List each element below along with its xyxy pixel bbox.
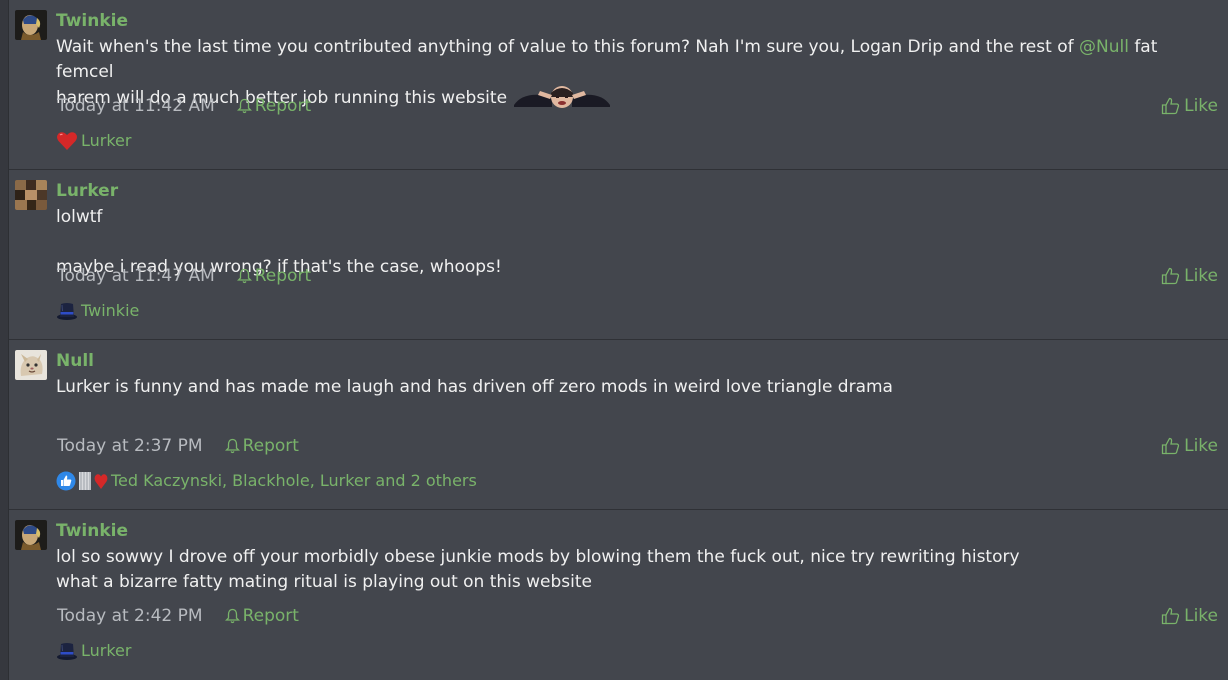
avatar[interactable] bbox=[15, 180, 47, 210]
portrait-avatar-icon bbox=[15, 10, 47, 40]
bell-icon bbox=[224, 438, 240, 454]
bell-icon bbox=[236, 268, 252, 284]
thumbs-up-reaction-icon bbox=[56, 471, 76, 491]
portrait-avatar-icon bbox=[15, 520, 47, 550]
top-hat-icon bbox=[57, 643, 77, 660]
post: Twinkie Wait when's the last time you co… bbox=[9, 0, 1228, 170]
stressed-face-smilie-icon bbox=[512, 85, 612, 109]
report-button[interactable]: Report bbox=[236, 265, 312, 287]
post: Null Lurker is funny and has made me lau… bbox=[9, 340, 1228, 510]
collage-avatar-icon bbox=[15, 180, 47, 210]
report-button[interactable]: Report bbox=[236, 95, 312, 117]
cartoon-avatar-icon bbox=[15, 350, 47, 380]
username[interactable]: Null bbox=[56, 350, 94, 372]
reaction-users[interactable]: Lurker bbox=[81, 641, 131, 661]
paper-icon bbox=[79, 472, 91, 490]
thumbs-up-icon bbox=[1161, 437, 1180, 455]
report-label: Report bbox=[254, 266, 312, 286]
top-hat-icon bbox=[57, 303, 77, 320]
post-meta: Today at 2:42 PM Report bbox=[57, 605, 299, 627]
reactions-bar[interactable]: Twinkie bbox=[56, 301, 139, 321]
post-text: Lurker is funny and has made me laugh an… bbox=[56, 377, 893, 397]
thumbs-up-icon bbox=[1161, 267, 1180, 285]
like-label: Like bbox=[1184, 96, 1218, 116]
timestamp[interactable]: Today at 11:42 AM bbox=[57, 95, 215, 117]
post-text: lolwtf bbox=[56, 207, 103, 227]
user-mention[interactable]: @Null bbox=[1079, 37, 1129, 57]
thumbs-up-icon bbox=[1161, 607, 1180, 625]
report-label: Report bbox=[254, 96, 312, 116]
post-meta: Today at 2:37 PM Report bbox=[57, 435, 299, 457]
heart-icon bbox=[57, 132, 77, 150]
heart-icon bbox=[94, 474, 108, 489]
username[interactable]: Twinkie bbox=[56, 10, 128, 32]
report-label: Report bbox=[242, 436, 299, 456]
bell-icon bbox=[236, 98, 252, 114]
report-button[interactable]: Report bbox=[224, 605, 299, 627]
timestamp[interactable]: Today at 2:37 PM bbox=[57, 435, 203, 457]
post-text: lol so sowwy I drove off your morbidly o… bbox=[56, 547, 1020, 567]
report-label: Report bbox=[242, 606, 299, 626]
post-list: Twinkie Wait when's the last time you co… bbox=[9, 0, 1228, 680]
like-label: Like bbox=[1184, 606, 1218, 626]
like-button[interactable]: Like bbox=[1161, 95, 1218, 117]
left-frame-edge bbox=[0, 0, 9, 680]
post-body: lol so sowwy I drove off your morbidly o… bbox=[56, 545, 1206, 595]
post-text: Wait when's the last time you contribute… bbox=[56, 37, 1079, 57]
post-body: Lurker is funny and has made me laugh an… bbox=[56, 375, 1206, 400]
reactions-bar[interactable]: Lurker bbox=[56, 131, 131, 151]
post: Lurker lolwtf maybe i read you wrong? if… bbox=[9, 170, 1228, 340]
bell-icon bbox=[224, 608, 240, 624]
thumbs-up-icon bbox=[1161, 97, 1180, 115]
avatar[interactable] bbox=[15, 350, 47, 380]
reactions-bar[interactable]: Ted Kaczynski, Blackhole, Lurker and 2 o… bbox=[56, 471, 477, 491]
reactions-bar[interactable]: Lurker bbox=[56, 641, 131, 661]
report-button[interactable]: Report bbox=[224, 435, 299, 457]
reaction-users[interactable]: Lurker bbox=[81, 131, 131, 151]
reaction-users[interactable]: Ted Kaczynski, Blackhole, Lurker and 2 o… bbox=[111, 471, 477, 491]
timestamp[interactable]: Today at 2:42 PM bbox=[57, 605, 203, 627]
username[interactable]: Twinkie bbox=[56, 520, 128, 542]
username[interactable]: Lurker bbox=[56, 180, 118, 202]
timestamp[interactable]: Today at 11:47 AM bbox=[57, 265, 215, 287]
avatar[interactable] bbox=[15, 520, 47, 550]
like-label: Like bbox=[1184, 266, 1218, 286]
post-meta: Today at 11:47 AM Report bbox=[57, 265, 311, 287]
like-label: Like bbox=[1184, 436, 1218, 456]
avatar[interactable] bbox=[15, 10, 47, 40]
post-text: what a bizarre fatty mating ritual is pl… bbox=[56, 572, 593, 592]
like-button[interactable]: Like bbox=[1161, 435, 1218, 457]
post: Twinkie lol so sowwy I drove off your mo… bbox=[9, 510, 1228, 680]
like-button[interactable]: Like bbox=[1161, 265, 1218, 287]
post-meta: Today at 11:42 AM Report bbox=[57, 95, 311, 117]
reaction-users[interactable]: Twinkie bbox=[81, 301, 139, 321]
like-button[interactable]: Like bbox=[1161, 605, 1218, 627]
